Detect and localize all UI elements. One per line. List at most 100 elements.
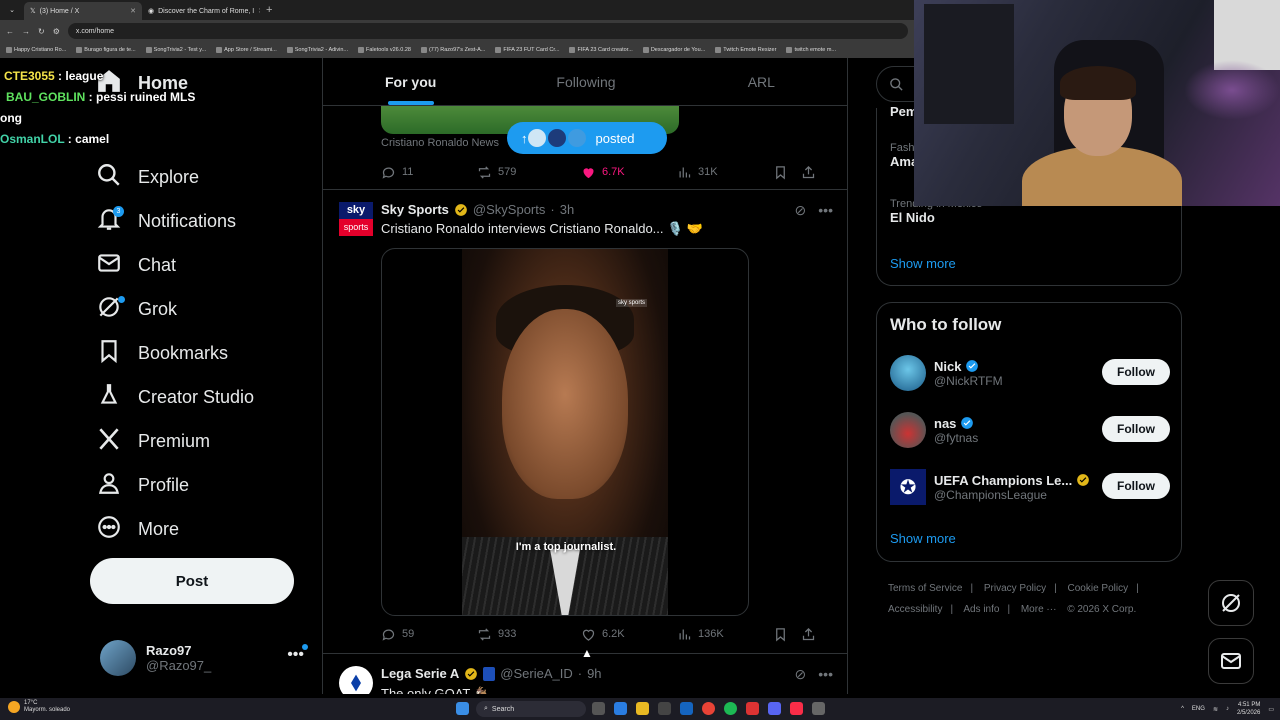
footer-link[interactable]: Accessibility bbox=[888, 604, 942, 615]
post-time[interactable]: 3h bbox=[560, 202, 574, 217]
more-horizontal-icon[interactable]: ••• bbox=[287, 646, 304, 664]
site-info-icon[interactable]: ⚙ bbox=[53, 27, 60, 36]
spotify-icon[interactable] bbox=[724, 702, 737, 715]
bookmark-item[interactable]: FIFA 23 Card creator... bbox=[569, 47, 633, 53]
repost-button[interactable]: 933 bbox=[477, 627, 581, 642]
follow-button[interactable]: Follow bbox=[1102, 473, 1170, 499]
like-button[interactable]: 6.7K bbox=[581, 165, 677, 180]
post-time[interactable]: 9h bbox=[587, 666, 601, 681]
taskbar-search[interactable]: ⌕ Search bbox=[476, 701, 586, 717]
post[interactable]: sky sports Sky Sports @SkySports · 3h ⊘ … bbox=[323, 190, 847, 660]
bookmark-item[interactable]: App Store / Streami... bbox=[216, 47, 277, 53]
chrome-icon[interactable] bbox=[702, 702, 715, 715]
footer-link[interactable]: More ··· bbox=[1021, 604, 1057, 615]
chevron-up-icon[interactable]: ^ bbox=[1181, 706, 1184, 712]
post-button[interactable]: Post bbox=[90, 558, 294, 604]
more-horizontal-icon[interactable]: ••• bbox=[818, 666, 833, 683]
tab-for-you[interactable]: For you bbox=[323, 58, 498, 105]
close-tab-icon[interactable]: ✕ bbox=[130, 7, 136, 15]
account-switcher[interactable]: Razo97 @Razo97_ ••• bbox=[100, 638, 310, 678]
wifi-icon[interactable]: ≋ bbox=[1213, 706, 1218, 713]
grok-icon[interactable]: ⊘ bbox=[795, 666, 807, 683]
like-button[interactable]: 6.2K bbox=[581, 627, 677, 642]
weather-widget[interactable]: 17°C Mayorm. soleado bbox=[8, 700, 70, 714]
bookmark-item[interactable]: SongTrivia2 - Adivin... bbox=[286, 47, 348, 53]
clock[interactable]: 4:51 PM 2/5/2026 bbox=[1237, 701, 1260, 717]
grok-floating-button[interactable] bbox=[1208, 580, 1254, 626]
discord-icon[interactable] bbox=[768, 702, 781, 715]
tab-arl[interactable]: ARL bbox=[674, 58, 847, 105]
follow-suggestion[interactable]: nas @fytnas Follow bbox=[890, 410, 1170, 450]
bookmark-item[interactable]: Twitch Emote Resizer bbox=[715, 47, 776, 53]
start-icon[interactable] bbox=[456, 702, 469, 715]
follow-suggestion[interactable]: Nick @NickRTFM Follow bbox=[890, 353, 1170, 393]
nav-premium[interactable]: Premium bbox=[96, 426, 210, 456]
back-icon[interactable]: ← bbox=[6, 27, 14, 36]
grok-icon[interactable]: ⊘ bbox=[795, 202, 807, 219]
notifications-icon[interactable]: ▭ bbox=[1268, 706, 1274, 713]
bookmark-item[interactable]: twitch emote m... bbox=[786, 47, 836, 53]
share-button[interactable] bbox=[801, 165, 816, 180]
volume-icon[interactable]: ♪ bbox=[1226, 706, 1229, 712]
language-indicator[interactable]: ENG bbox=[1192, 706, 1205, 712]
repost-button[interactable]: 579 bbox=[477, 165, 581, 180]
author-name[interactable]: Lega Serie A bbox=[381, 666, 459, 681]
address-bar[interactable]: x.com/home bbox=[67, 23, 908, 39]
reload-icon[interactable]: ↻ bbox=[38, 27, 45, 36]
app-icon[interactable] bbox=[812, 702, 825, 715]
bookmark-item[interactable]: Burago figura de te... bbox=[76, 47, 136, 53]
mail-app-icon[interactable] bbox=[680, 702, 693, 715]
folder-icon[interactable] bbox=[636, 702, 649, 715]
new-tab-icon[interactable]: + bbox=[266, 4, 272, 16]
browser-tab-rome[interactable]: ◉ Discover the Charm of Rome, I ✕ bbox=[142, 2, 260, 20]
bookmark-button[interactable] bbox=[773, 165, 801, 180]
post[interactable]: Lega Serie A @SerieA_ID · 9h ⊘ ••• The o… bbox=[323, 656, 847, 694]
post-video[interactable]: sky sports I'm a top journalist. bbox=[381, 248, 749, 616]
reply-button[interactable]: 11 bbox=[381, 165, 477, 180]
bookmark-item[interactable]: (77) Razo97's Zest-A... bbox=[420, 47, 485, 53]
nav-grok[interactable]: Grok bbox=[96, 294, 177, 324]
footer-link[interactable]: Cookie Policy bbox=[1068, 583, 1129, 594]
app-icon[interactable] bbox=[746, 702, 759, 715]
bookmark-item[interactable]: FIFA 23 FUT Card Cr... bbox=[495, 47, 559, 53]
views-button[interactable]: 31K bbox=[677, 165, 773, 180]
tab-menu-icon[interactable]: ⌄ bbox=[0, 6, 24, 14]
show-more-follow[interactable]: Show more bbox=[890, 531, 956, 546]
avatar[interactable]: sky sports bbox=[339, 202, 373, 236]
nav-bookmarks[interactable]: Bookmarks bbox=[96, 338, 228, 368]
nav-chat[interactable]: Chat bbox=[96, 250, 176, 280]
footer-link[interactable]: Privacy Policy bbox=[984, 583, 1046, 594]
browser-tab-home[interactable]: 𝕏 (3) Home / X ✕ bbox=[24, 2, 142, 20]
edge-icon[interactable] bbox=[614, 702, 627, 715]
nav-profile[interactable]: Profile bbox=[96, 470, 189, 500]
footer-link[interactable]: Terms of Service bbox=[888, 583, 962, 594]
follow-button[interactable]: Follow bbox=[1102, 359, 1170, 385]
bookmark-item[interactable]: Descargador de You... bbox=[642, 47, 705, 53]
share-button[interactable] bbox=[801, 627, 816, 642]
nav-notifications[interactable]: 3 Notifications bbox=[96, 205, 236, 236]
bookmark-item[interactable]: SongTrivia2 - Test y... bbox=[145, 47, 206, 53]
author-name[interactable]: Sky Sports bbox=[381, 202, 449, 217]
more-horizontal-icon[interactable]: ••• bbox=[818, 202, 833, 219]
task-view-icon[interactable] bbox=[592, 702, 605, 715]
show-more-trends[interactable]: Show more bbox=[890, 256, 956, 271]
reply-button[interactable]: 59 bbox=[381, 627, 477, 642]
bookmark-item[interactable]: Faletools v26.0.28 bbox=[358, 47, 411, 53]
tab-following[interactable]: Following bbox=[498, 58, 673, 105]
views-button[interactable]: 136K bbox=[677, 627, 773, 642]
bookmark-item[interactable]: Happy Cristiano Ro... bbox=[6, 47, 66, 53]
music-icon[interactable] bbox=[790, 702, 803, 715]
forward-icon[interactable]: → bbox=[22, 27, 30, 36]
new-posts-pill[interactable]: ↑ posted bbox=[507, 122, 667, 154]
author-handle[interactable]: @SkySports bbox=[473, 202, 545, 217]
store-icon[interactable] bbox=[658, 702, 671, 715]
bookmark-button[interactable] bbox=[773, 627, 801, 642]
follow-suggestion[interactable]: ✪ UEFA Champions Le... @ChampionsLeague … bbox=[890, 467, 1170, 507]
close-tab-icon[interactable]: ✕ bbox=[258, 7, 260, 15]
nav-more[interactable]: More bbox=[96, 514, 179, 544]
messages-floating-button[interactable] bbox=[1208, 638, 1254, 684]
avatar[interactable] bbox=[339, 666, 373, 694]
footer-link[interactable]: Ads info bbox=[963, 604, 999, 615]
follow-button[interactable]: Follow bbox=[1102, 416, 1170, 442]
author-handle[interactable]: @SerieA_ID bbox=[500, 666, 572, 681]
